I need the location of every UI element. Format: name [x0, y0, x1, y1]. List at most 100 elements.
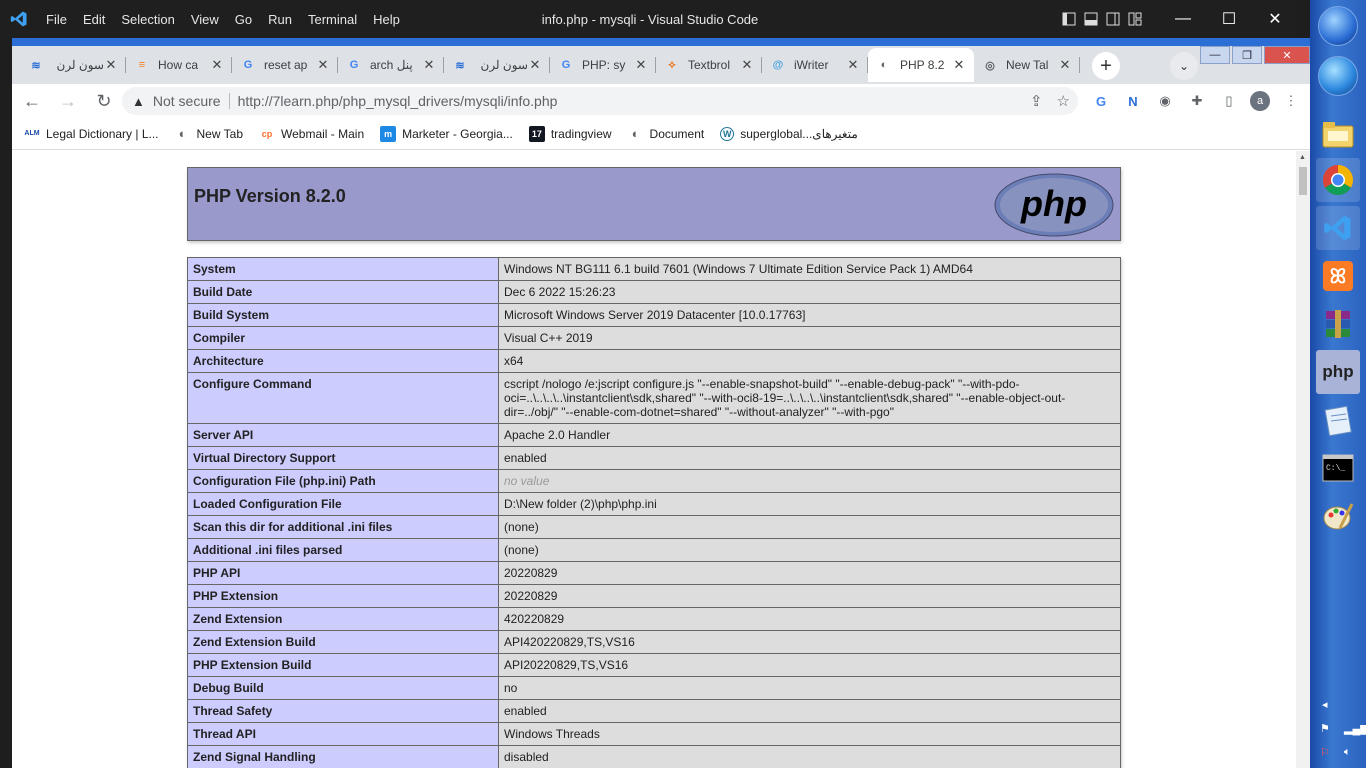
vscode-minimize-button[interactable]: — — [1160, 0, 1206, 38]
new-tab-button[interactable]: + — [1092, 52, 1120, 80]
menu-view[interactable]: View — [183, 12, 227, 27]
action-center-icon[interactable]: ⚑ — [1320, 722, 1330, 735]
omnibox-divider — [228, 93, 230, 109]
tab-new-tab[interactable]: ◎ New Tal ✕ — [974, 48, 1080, 82]
php-logo-icon: php — [994, 173, 1114, 237]
chrome-minimize-button[interactable]: — — [1200, 46, 1230, 64]
close-icon[interactable]: ✕ — [952, 57, 966, 73]
bookmark-document[interactable]: ◐ Document — [628, 126, 705, 142]
row-value: Dec 6 2022 15:26:23 — [498, 280, 1121, 304]
close-icon[interactable]: ✕ — [1058, 57, 1072, 73]
table-row: Configuration File (php.ini) Path no valu… — [187, 469, 1121, 493]
chrome-maximize-button[interactable]: ❐ — [1232, 46, 1262, 64]
address-bar[interactable]: ▲ Not secure http://7learn.php/php_mysql… — [122, 87, 1078, 115]
chrome-icon[interactable] — [1316, 158, 1360, 202]
vscode-maximize-button[interactable]: ☐ — [1206, 0, 1252, 38]
xampp-icon[interactable]: ꕤ — [1316, 254, 1360, 298]
close-icon[interactable]: ✕ — [316, 57, 330, 73]
tab-search-button[interactable]: ⌄ — [1170, 52, 1198, 80]
chrome-close-button[interactable]: ✕ — [1264, 46, 1310, 64]
not-secure-label[interactable]: Not secure — [153, 93, 221, 109]
tab-sevenlearn-2[interactable]: ≋ سون لرن ✕ — [444, 48, 550, 82]
vscode-logo-icon[interactable] — [0, 0, 38, 38]
row-value: no — [498, 676, 1121, 700]
extensions-puzzle-icon[interactable]: ✚ — [1186, 90, 1208, 112]
scroll-thumb[interactable] — [1299, 167, 1307, 195]
bookmark-webmail[interactable]: cp Webmail - Main — [259, 126, 364, 142]
network-icon[interactable]: ▂▄▆ — [1344, 722, 1366, 735]
bookmark-marketer[interactable]: m Marketer - Georgia... — [380, 125, 513, 142]
tab-iwriter[interactable]: @ iWriter ✕ — [762, 48, 868, 82]
tab-textbroker[interactable]: ⟡ Textbrol ✕ — [656, 48, 762, 82]
tab-sevenlearn-1[interactable]: ≋ سون لرن ✕ — [20, 48, 126, 82]
scroll-up-arrow-icon[interactable]: ▲ — [1299, 154, 1306, 161]
row-value: no value — [498, 469, 1121, 493]
reload-button[interactable]: ↻ — [88, 85, 120, 117]
vscode-icon[interactable] — [1316, 206, 1360, 250]
share-icon[interactable]: ⇪ — [1030, 92, 1043, 110]
menu-help[interactable]: Help — [365, 12, 408, 27]
cpanel-icon: cp — [261, 128, 273, 139]
toggle-panel-icon[interactable] — [1080, 0, 1102, 38]
table-row: Debug Build no — [187, 676, 1121, 700]
close-icon[interactable]: ✕ — [528, 57, 542, 73]
row-key: Virtual Directory Support — [187, 446, 499, 470]
url-text[interactable]: http://7learn.php/php_mysql_drivers/mysq… — [238, 93, 558, 109]
page-scrollbar[interactable]: ▲ — [1296, 151, 1310, 768]
menu-file[interactable]: File — [38, 12, 75, 27]
tab-phpinfo-active[interactable]: ◐ PHP 8.2 ✕ — [868, 48, 974, 82]
tab-google-reset[interactable]: Greset ap ✕ — [232, 48, 338, 82]
row-value: (none) — [498, 515, 1121, 539]
bookmark-legal-dictionary[interactable]: ALM Legal Dictionary | L... — [24, 126, 158, 142]
tradingview-icon: 17 — [528, 125, 545, 142]
tab-google-php[interactable]: G PHP: sy ✕ — [550, 48, 656, 82]
extension-n-icon[interactable]: N — [1122, 90, 1144, 112]
start-orb-icon[interactable] — [1318, 6, 1358, 46]
bookmark-superglobal[interactable]: Wsuperglobal...متغیرهای — [720, 126, 858, 141]
bookmark-star-icon[interactable]: ☆ — [1057, 92, 1070, 110]
close-icon[interactable]: ✕ — [740, 57, 754, 73]
paint-icon[interactable] — [1316, 494, 1360, 538]
customize-layout-icon[interactable] — [1124, 0, 1146, 38]
google-icon: G — [561, 59, 571, 71]
google-translate-icon[interactable]: G — [1090, 90, 1112, 112]
close-icon[interactable]: ✕ — [634, 57, 648, 73]
tab-stackoverflow[interactable]: ≡ How ca ✕ — [126, 48, 232, 82]
row-value: API420220829,TS,VS16 — [498, 630, 1121, 654]
menu-selection[interactable]: Selection — [113, 12, 182, 27]
toggle-sidebar-icon[interactable] — [1058, 0, 1080, 38]
winrar-icon[interactable] — [1316, 302, 1360, 346]
toggle-secondary-sidebar-icon[interactable] — [1102, 0, 1124, 38]
php-icon[interactable]: php — [1316, 350, 1360, 394]
close-icon[interactable]: ✕ — [210, 57, 224, 73]
tab-google-search[interactable]: Garch پنل ✕ — [338, 48, 444, 82]
warning-icon[interactable]: ▲ — [132, 94, 145, 109]
extension-circle-icon[interactable]: ◉ — [1154, 90, 1176, 112]
notepad-icon[interactable] — [1316, 398, 1360, 442]
menu-run[interactable]: Run — [260, 12, 300, 27]
bookmark-tradingview[interactable]: 17 tradingview — [528, 125, 612, 142]
cmd-icon[interactable]: C:\_ — [1316, 446, 1360, 490]
vscode-close-button[interactable]: ✕ — [1252, 0, 1298, 38]
file-explorer-icon[interactable] — [1316, 112, 1360, 156]
ie-icon[interactable] — [1318, 56, 1358, 96]
close-icon[interactable]: ✕ — [104, 57, 118, 73]
bookmark-new-tab[interactable]: ◐ New Tab — [175, 126, 243, 142]
show-hidden-icons-arrow[interactable]: ◂ — [1322, 698, 1328, 711]
menu-edit[interactable]: Edit — [75, 12, 113, 27]
side-panel-icon[interactable]: ▯ — [1218, 90, 1240, 112]
menu-go[interactable]: Go — [227, 12, 260, 27]
close-icon[interactable]: ✕ — [846, 57, 860, 73]
chrome-menu-icon[interactable]: ⋮ — [1280, 90, 1302, 112]
row-key: Debug Build — [187, 676, 499, 700]
flag-icon[interactable]: ⚐ — [1320, 746, 1330, 759]
close-icon[interactable]: ✕ — [422, 57, 436, 73]
volume-icon[interactable]: 🔈︎ — [1344, 746, 1351, 759]
back-button[interactable]: ← — [16, 85, 48, 117]
globe-icon: ◐ — [880, 59, 888, 71]
table-row: Thread API Windows Threads — [187, 722, 1121, 746]
table-row: PHP API 20220829 — [187, 561, 1121, 585]
profile-avatar[interactable]: a — [1250, 91, 1270, 111]
forward-button[interactable]: → — [52, 85, 84, 117]
menu-terminal[interactable]: Terminal — [300, 12, 365, 27]
